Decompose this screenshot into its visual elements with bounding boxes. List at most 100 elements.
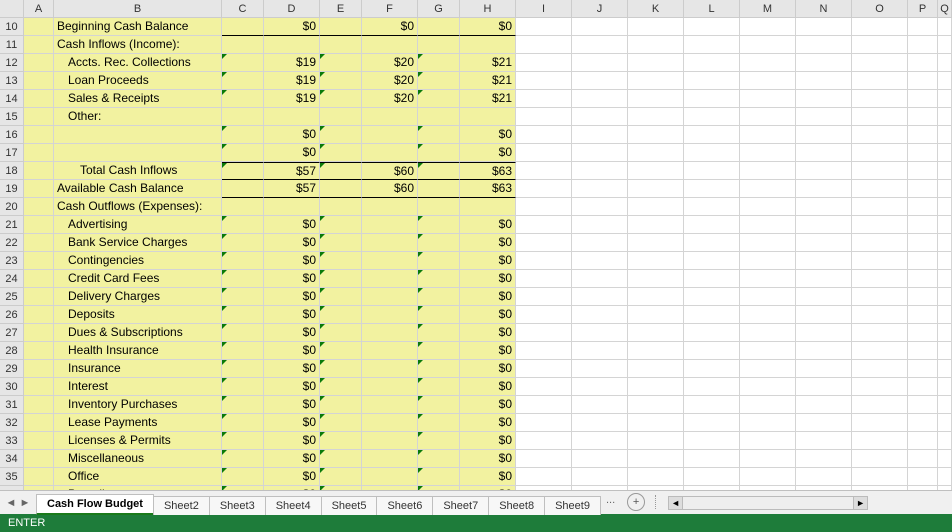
- cell-B28[interactable]: Health Insurance: [54, 342, 222, 360]
- cell-F19[interactable]: $60: [362, 180, 418, 198]
- cell-P35[interactable]: [908, 468, 938, 486]
- cell-Q14[interactable]: [938, 90, 952, 108]
- cell-H10[interactable]: $0: [460, 18, 516, 36]
- cell-F24[interactable]: [362, 270, 418, 288]
- cell-G23[interactable]: [418, 252, 460, 270]
- select-all-corner[interactable]: [0, 0, 24, 17]
- column-header-O[interactable]: O: [852, 0, 908, 17]
- cell-I36[interactable]: [516, 486, 572, 490]
- row-header-13[interactable]: 13: [0, 72, 24, 90]
- cell-K36[interactable]: [628, 486, 684, 490]
- cell-O11[interactable]: [852, 36, 908, 54]
- cell-M10[interactable]: [740, 18, 796, 36]
- cell-D31[interactable]: $0: [264, 396, 320, 414]
- cell-D26[interactable]: $0: [264, 306, 320, 324]
- sheet-tab[interactable]: Sheet2: [153, 496, 210, 515]
- cell-O28[interactable]: [852, 342, 908, 360]
- cell-I32[interactable]: [516, 414, 572, 432]
- cell-J17[interactable]: [572, 144, 628, 162]
- cell-G24[interactable]: [418, 270, 460, 288]
- cell-L24[interactable]: [684, 270, 740, 288]
- row-header-28[interactable]: 28: [0, 342, 24, 360]
- cell-P32[interactable]: [908, 414, 938, 432]
- cell-C36[interactable]: [222, 486, 264, 490]
- cell-H15[interactable]: [460, 108, 516, 126]
- cell-I27[interactable]: [516, 324, 572, 342]
- cell-I24[interactable]: [516, 270, 572, 288]
- cell-G29[interactable]: [418, 360, 460, 378]
- cell-O16[interactable]: [852, 126, 908, 144]
- cell-E36[interactable]: [320, 486, 362, 490]
- cell-A13[interactable]: [24, 72, 54, 90]
- cell-H23[interactable]: $0: [460, 252, 516, 270]
- cell-E35[interactable]: [320, 468, 362, 486]
- cell-B16[interactable]: [54, 126, 222, 144]
- cell-O13[interactable]: [852, 72, 908, 90]
- cell-E31[interactable]: [320, 396, 362, 414]
- cell-D34[interactable]: $0: [264, 450, 320, 468]
- cell-D25[interactable]: $0: [264, 288, 320, 306]
- cell-B33[interactable]: Licenses & Permits: [54, 432, 222, 450]
- cell-B10[interactable]: Beginning Cash Balance: [54, 18, 222, 36]
- cell-Q32[interactable]: [938, 414, 952, 432]
- cell-E26[interactable]: [320, 306, 362, 324]
- cell-J23[interactable]: [572, 252, 628, 270]
- cell-I17[interactable]: [516, 144, 572, 162]
- column-header-H[interactable]: H: [460, 0, 516, 17]
- cell-J12[interactable]: [572, 54, 628, 72]
- cell-H18[interactable]: $63: [460, 162, 516, 180]
- cell-H32[interactable]: $0: [460, 414, 516, 432]
- column-header-B[interactable]: B: [54, 0, 222, 17]
- cell-A19[interactable]: [24, 180, 54, 198]
- cell-A27[interactable]: [24, 324, 54, 342]
- cell-H28[interactable]: $0: [460, 342, 516, 360]
- cell-C12[interactable]: [222, 54, 264, 72]
- cell-H24[interactable]: $0: [460, 270, 516, 288]
- cell-L33[interactable]: [684, 432, 740, 450]
- cell-M31[interactable]: [740, 396, 796, 414]
- cell-L35[interactable]: [684, 468, 740, 486]
- cell-N35[interactable]: [796, 468, 852, 486]
- cell-K16[interactable]: [628, 126, 684, 144]
- cell-G20[interactable]: [418, 198, 460, 216]
- cell-O26[interactable]: [852, 306, 908, 324]
- column-header-P[interactable]: P: [908, 0, 938, 17]
- cell-Q17[interactable]: [938, 144, 952, 162]
- cell-A12[interactable]: [24, 54, 54, 72]
- cell-Q20[interactable]: [938, 198, 952, 216]
- cell-K24[interactable]: [628, 270, 684, 288]
- column-header-D[interactable]: D: [264, 0, 320, 17]
- cell-F32[interactable]: [362, 414, 418, 432]
- cell-A26[interactable]: [24, 306, 54, 324]
- cell-A16[interactable]: [24, 126, 54, 144]
- cell-G16[interactable]: [418, 126, 460, 144]
- cell-A32[interactable]: [24, 414, 54, 432]
- horizontal-scrollbar[interactable]: ◄ ►: [668, 496, 868, 510]
- cell-J15[interactable]: [572, 108, 628, 126]
- cell-C28[interactable]: [222, 342, 264, 360]
- cell-Q31[interactable]: [938, 396, 952, 414]
- cell-G30[interactable]: [418, 378, 460, 396]
- cell-O29[interactable]: [852, 360, 908, 378]
- cell-L18[interactable]: [684, 162, 740, 180]
- cell-I12[interactable]: [516, 54, 572, 72]
- cell-Q16[interactable]: [938, 126, 952, 144]
- cell-E14[interactable]: [320, 90, 362, 108]
- cell-J27[interactable]: [572, 324, 628, 342]
- cell-O20[interactable]: [852, 198, 908, 216]
- cell-M12[interactable]: [740, 54, 796, 72]
- cell-I31[interactable]: [516, 396, 572, 414]
- cell-K32[interactable]: [628, 414, 684, 432]
- cell-J34[interactable]: [572, 450, 628, 468]
- cell-B20[interactable]: Cash Outflows (Expenses):: [54, 198, 222, 216]
- column-header-F[interactable]: F: [362, 0, 418, 17]
- cell-L28[interactable]: [684, 342, 740, 360]
- cell-J22[interactable]: [572, 234, 628, 252]
- cell-D23[interactable]: $0: [264, 252, 320, 270]
- cell-L22[interactable]: [684, 234, 740, 252]
- row-header-12[interactable]: 12: [0, 54, 24, 72]
- cell-P29[interactable]: [908, 360, 938, 378]
- cell-P23[interactable]: [908, 252, 938, 270]
- cell-L34[interactable]: [684, 450, 740, 468]
- cell-Q24[interactable]: [938, 270, 952, 288]
